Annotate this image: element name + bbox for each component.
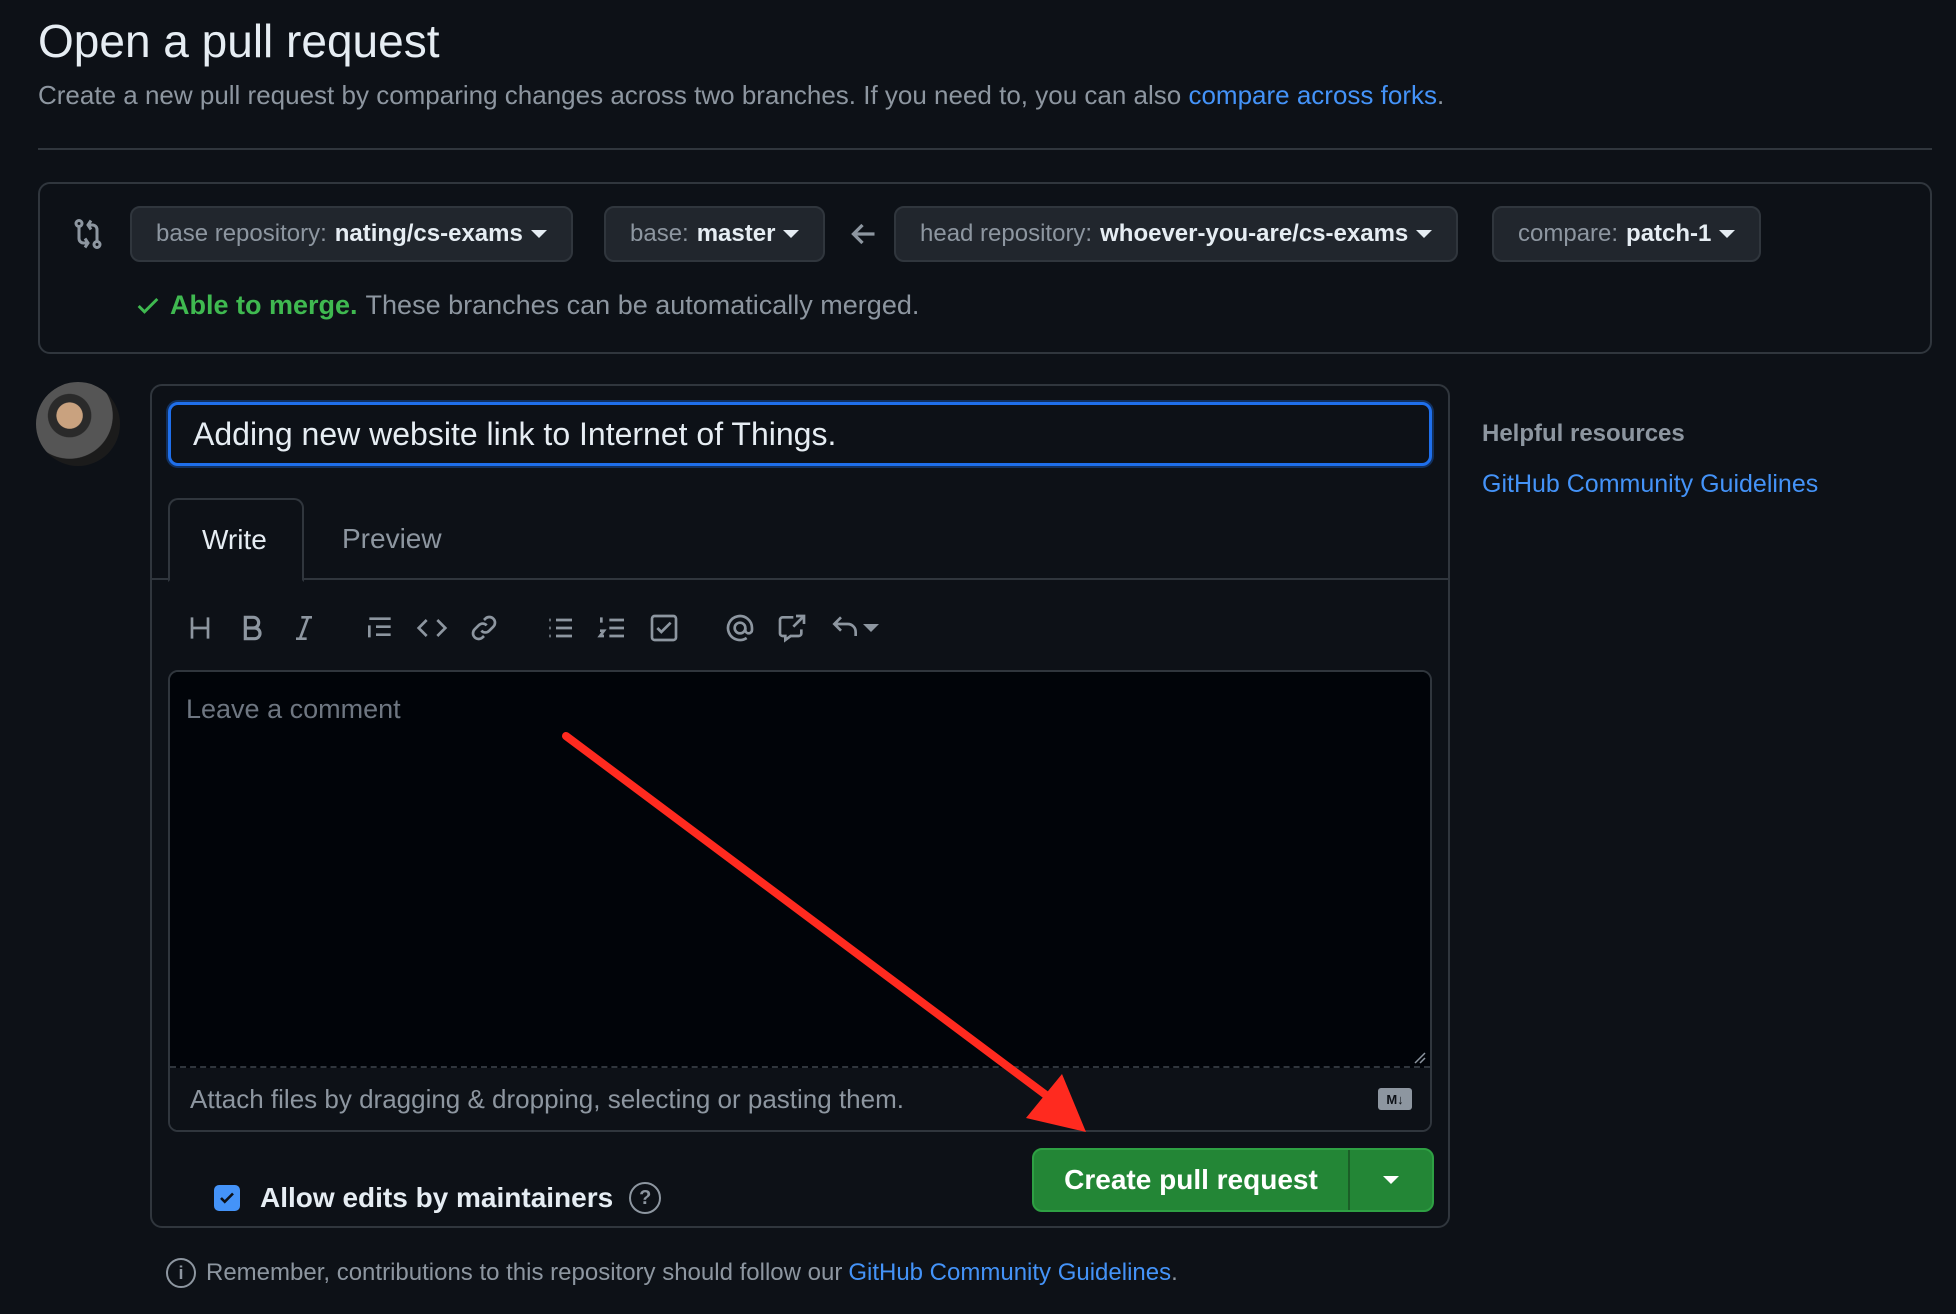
- ordered-list-icon[interactable]: [590, 606, 634, 650]
- allow-edits-row: Allow edits by maintainers ?: [214, 1182, 662, 1214]
- footer-guidelines-link[interactable]: GitHub Community Guidelines: [848, 1259, 1171, 1287]
- info-icon: i: [166, 1258, 196, 1288]
- footer-end: .: [1171, 1259, 1178, 1286]
- code-icon[interactable]: [410, 606, 454, 650]
- subtitle-end: .: [1436, 80, 1445, 110]
- comment-editor: Attach files by dragging & dropping, sel…: [168, 670, 1432, 1132]
- attach-files-bar[interactable]: Attach files by dragging & dropping, sel…: [170, 1068, 1430, 1130]
- quote-icon[interactable]: [358, 606, 402, 650]
- base-repository-label: base repository:: [156, 220, 327, 247]
- chevron-down-icon: [530, 230, 547, 238]
- chevron-down-icon: [1719, 230, 1736, 238]
- merge-status: Able to merge. These branches can be aut…: [134, 290, 919, 321]
- markdown-icon[interactable]: M↓: [1378, 1088, 1412, 1110]
- page-title: Open a pull request: [38, 15, 440, 67]
- footer-note: i Remember, contributions to this reposi…: [166, 1258, 1178, 1288]
- page-subtitle: Create a new pull request by comparing c…: [38, 80, 1444, 111]
- mention-icon[interactable]: [718, 606, 762, 650]
- avatar[interactable]: [36, 382, 120, 466]
- arrow-left-icon: [851, 223, 875, 245]
- compare-branch-value: patch-1: [1626, 220, 1712, 247]
- check-icon: [220, 1192, 234, 1204]
- title-input[interactable]: [168, 402, 1432, 466]
- base-branch-select[interactable]: base: master: [604, 206, 826, 262]
- help-icon[interactable]: ?: [629, 1182, 662, 1214]
- header-divider: [38, 148, 1932, 150]
- check-icon: [137, 297, 159, 314]
- heading-icon[interactable]: [178, 606, 222, 650]
- unordered-list-icon[interactable]: [538, 606, 582, 650]
- compare-box: base repository: nating/cs-exams base: m…: [38, 182, 1932, 354]
- create-pull-request-button[interactable]: Create pull request: [1034, 1150, 1350, 1210]
- chevron-down-icon: [863, 624, 879, 632]
- head-repository-value: whoever-you-are/cs-exams: [1100, 220, 1409, 247]
- chevron-down-icon: [1416, 230, 1433, 238]
- allow-edits-label: Allow edits by maintainers: [260, 1182, 614, 1213]
- merge-status-text: These branches can be automatically merg…: [365, 290, 920, 320]
- tab-preview[interactable]: Preview: [310, 498, 474, 580]
- helpful-resources-heading: Helpful resources: [1482, 420, 1685, 447]
- subtitle-text: Create a new pull request by comparing c…: [38, 80, 1182, 110]
- compare-branch-label: compare:: [1518, 220, 1619, 247]
- create-pull-request-button-group: Create pull request: [1032, 1148, 1434, 1212]
- markdown-toolbar: [168, 598, 1432, 654]
- merge-ok-text: Able to merge.: [170, 290, 358, 320]
- task-list-icon[interactable]: [642, 606, 686, 650]
- compare-branch-select[interactable]: compare: patch-1: [1492, 206, 1762, 262]
- head-repository-label: head repository:: [920, 220, 1093, 247]
- editor-tabs: Write Preview: [152, 498, 1448, 582]
- base-repository-value: nating/cs-exams: [334, 220, 523, 247]
- reply-icon[interactable]: [822, 606, 886, 650]
- chevron-down-icon: [783, 230, 800, 238]
- tab-write[interactable]: Write: [168, 498, 304, 582]
- compare-across-forks-link[interactable]: compare across forks: [1188, 80, 1437, 110]
- comment-textarea[interactable]: [170, 672, 1430, 1068]
- attach-files-text: Attach files by dragging & dropping, sel…: [190, 1083, 904, 1114]
- reference-icon[interactable]: [770, 606, 814, 650]
- footer-text: Remember, contributions to this reposito…: [206, 1259, 843, 1286]
- allow-edits-checkbox[interactable]: [214, 1185, 240, 1211]
- pull-request-form: Write Preview: [150, 384, 1450, 1228]
- base-branch-label: base:: [630, 220, 689, 247]
- chevron-down-icon: [1383, 1176, 1399, 1184]
- bold-icon[interactable]: [230, 606, 274, 650]
- community-guidelines-link[interactable]: GitHub Community Guidelines: [1482, 470, 1818, 499]
- resize-handle-icon[interactable]: [1412, 1050, 1426, 1064]
- base-branch-value: master: [696, 220, 776, 247]
- head-repository-select[interactable]: head repository: whoever-you-are/cs-exam…: [894, 206, 1459, 262]
- create-options-dropdown[interactable]: [1350, 1150, 1432, 1210]
- italic-icon[interactable]: [282, 606, 326, 650]
- git-compare-icon: [74, 219, 102, 249]
- base-repository-select[interactable]: base repository: nating/cs-exams: [130, 206, 573, 262]
- link-icon[interactable]: [462, 606, 506, 650]
